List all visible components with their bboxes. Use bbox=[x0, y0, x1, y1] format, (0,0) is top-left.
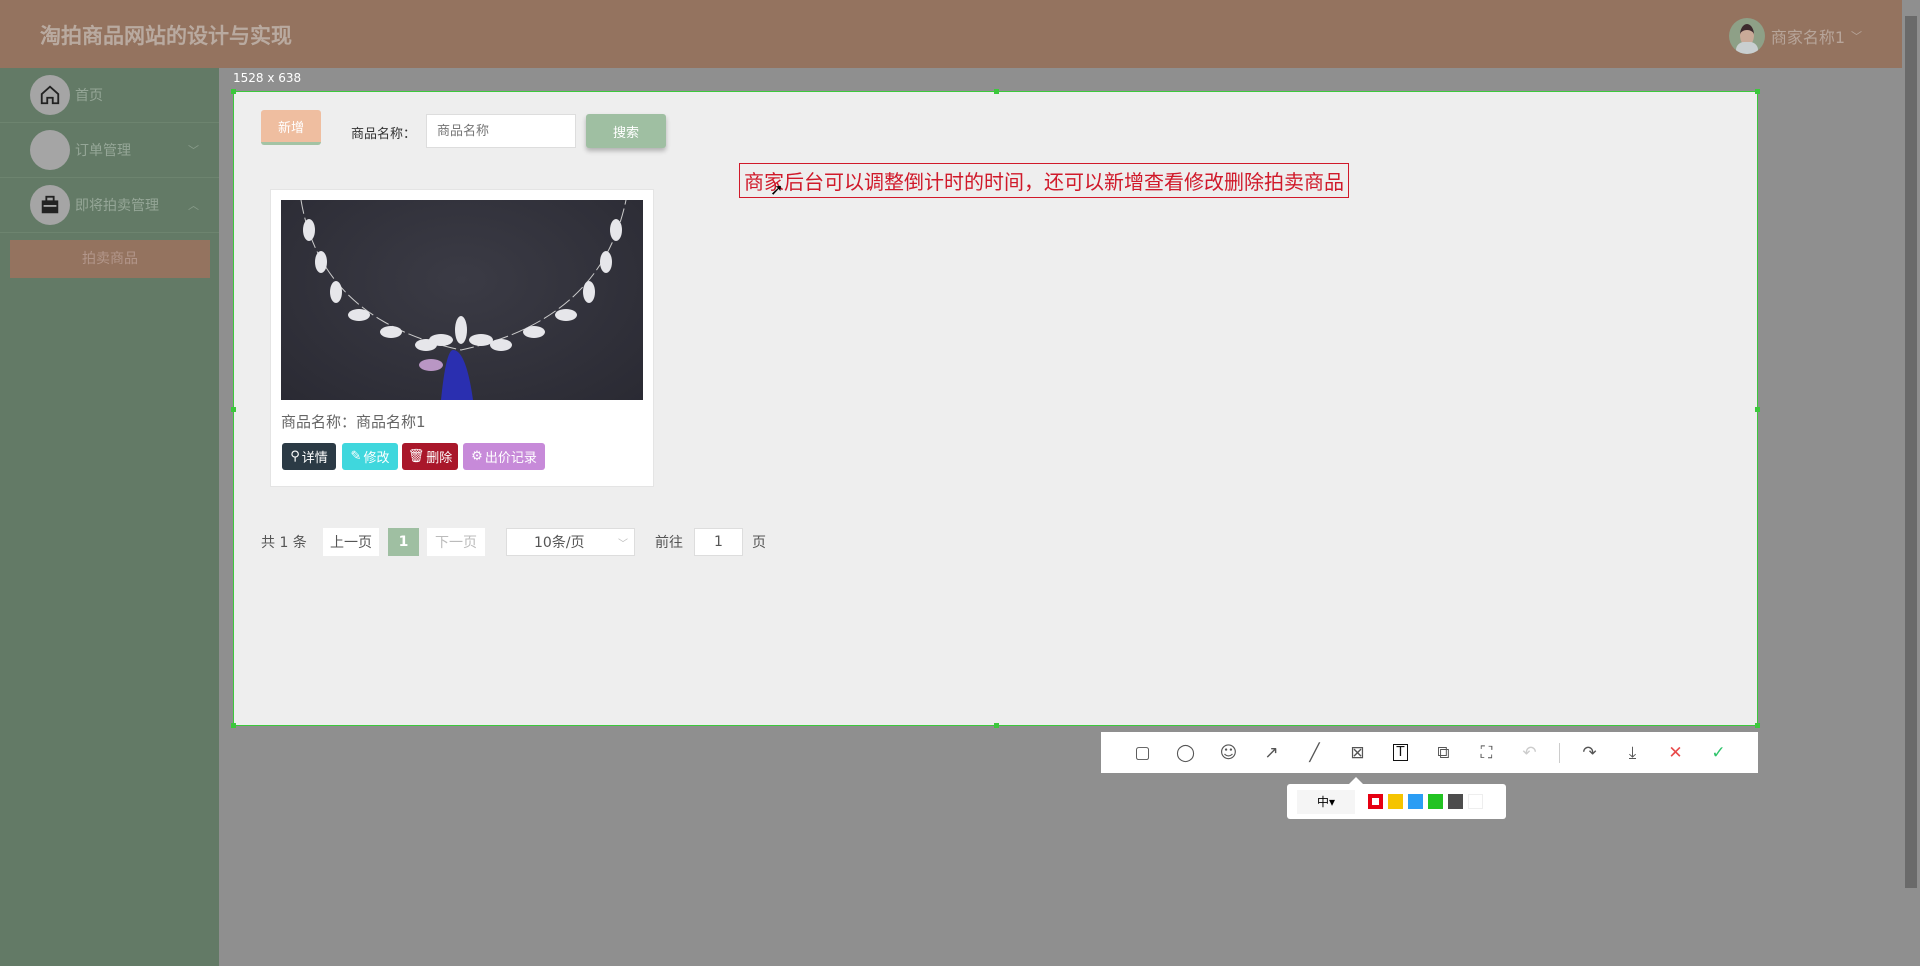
page-size-select[interactable]: 10条/页 ﹀ bbox=[506, 528, 635, 556]
user-name: 商家名称1 bbox=[1770, 28, 1845, 47]
mosaic-icon[interactable]: ⊠ bbox=[1336, 738, 1379, 768]
scrollbar-thumb[interactable] bbox=[1905, 16, 1917, 888]
text-style-popup: 中 ▾ bbox=[1287, 777, 1506, 819]
bid-records-button[interactable]: ⚙ 出价记录 bbox=[463, 443, 545, 470]
blank-icon bbox=[30, 130, 70, 170]
edit-label: 修改 bbox=[363, 451, 390, 466]
search-input[interactable] bbox=[426, 114, 576, 148]
pencil-icon: ✎ bbox=[350, 449, 362, 464]
pin-icon[interactable]: ⧉ bbox=[1422, 738, 1465, 768]
color-swatch-gray[interactable] bbox=[1448, 794, 1463, 809]
chevron-down-icon: ﹀ bbox=[618, 538, 628, 550]
resize-handle[interactable] bbox=[994, 89, 999, 94]
resize-handle[interactable] bbox=[994, 723, 999, 728]
pen-icon[interactable]: ╱ bbox=[1293, 738, 1336, 768]
resize-handle[interactable] bbox=[231, 407, 236, 412]
page-suffix: 页 bbox=[752, 535, 766, 551]
search-button[interactable]: 搜索 bbox=[586, 114, 666, 148]
color-swatch-blue[interactable] bbox=[1408, 794, 1423, 809]
trash-icon: 🗑 bbox=[407, 449, 425, 464]
page-size-value: 10条/页 bbox=[534, 535, 585, 551]
resize-handle[interactable] bbox=[1755, 723, 1760, 728]
annotation-text[interactable]: 商家后台可以调整倒计时的时间，还可以新增查看修改删除拍卖商品 bbox=[739, 163, 1349, 198]
resize-handle[interactable] bbox=[231, 723, 236, 728]
sidebar-item-label: 订单管理 bbox=[75, 143, 131, 159]
gear-icon: ⚙ bbox=[471, 449, 483, 464]
add-button[interactable]: 新增 bbox=[261, 110, 321, 145]
resize-handle[interactable] bbox=[231, 89, 236, 94]
user-menu[interactable]: 商家名称1 ﹀ bbox=[1728, 18, 1862, 54]
arrow-icon[interactable]: ↗ bbox=[1250, 738, 1293, 768]
goto-label: 前往 bbox=[655, 535, 683, 551]
chevron-up-icon: ︿ bbox=[188, 199, 199, 212]
ellipse-icon[interactable]: ◯ bbox=[1164, 738, 1207, 768]
product-image bbox=[281, 200, 643, 400]
screenshot-toolbar: ▢ ◯ ☺ ↗ ╱ ⊠ T ⧉ ⛶ ↶ ↷ ⤓ ✕ ✓ bbox=[1101, 732, 1758, 773]
rectangle-icon[interactable]: ▢ bbox=[1121, 738, 1164, 768]
search-icon: ⚲ bbox=[290, 449, 300, 464]
undo-icon[interactable]: ↶ bbox=[1508, 738, 1551, 768]
chevron-down-icon: ﹀ bbox=[188, 144, 199, 157]
avatar bbox=[1728, 18, 1765, 54]
pagination-total: 共 1 条 bbox=[261, 535, 307, 551]
search-label: 商品名称： bbox=[351, 127, 417, 142]
close-icon[interactable]: ✕ bbox=[1654, 738, 1697, 768]
product-name-label: 商品名称： bbox=[281, 413, 357, 431]
detail-label: 详情 bbox=[301, 451, 328, 466]
font-size-select[interactable]: 中 ▾ bbox=[1297, 789, 1355, 814]
delete-button[interactable]: 🗑 删除 bbox=[402, 443, 458, 470]
prev-page-button[interactable]: 上一页 bbox=[323, 528, 379, 556]
home-icon bbox=[30, 75, 70, 115]
delete-label: 删除 bbox=[426, 451, 453, 466]
confirm-icon[interactable]: ✓ bbox=[1697, 738, 1740, 768]
chevron-down-icon: ﹀ bbox=[1851, 30, 1862, 43]
sidebar-item-label: 即将拍卖管理 bbox=[75, 198, 159, 214]
resize-handle[interactable] bbox=[1755, 407, 1760, 412]
sidebar: 首页 订单管理 ﹀ 即将拍卖管理 ︿ 拍卖商品 bbox=[0, 68, 219, 966]
bids-label: 出价记录 bbox=[484, 451, 537, 466]
sidebar-item-label: 首页 bbox=[75, 88, 103, 104]
color-swatch-yellow[interactable] bbox=[1388, 794, 1403, 809]
color-swatch-white[interactable] bbox=[1468, 794, 1483, 809]
product-card: 商品名称：商品名称1 ⚲ 详情 ✎ 修改 🗑 删除 ⚙ 出价记录 bbox=[270, 189, 654, 487]
briefcase-icon bbox=[30, 185, 70, 225]
sidebar-item-auction[interactable]: 即将拍卖管理 ︿ bbox=[0, 178, 219, 233]
product-name-value: 商品名称1 bbox=[356, 413, 426, 431]
capture-region[interactable]: 新增 商品名称： 搜索 商家后台可以调整倒计时的时间，还可以新增查看修改删除拍卖… bbox=[231, 89, 1760, 728]
mouse-cursor-icon: ➚ bbox=[770, 180, 784, 199]
header: 淘拍商品网站的设计与实现 商家名称1 ﹀ bbox=[0, 0, 1902, 68]
color-swatch-red[interactable] bbox=[1368, 794, 1383, 809]
detail-button[interactable]: ⚲ 详情 bbox=[282, 443, 336, 470]
ocr-icon[interactable]: ⛶ bbox=[1465, 738, 1508, 768]
share-icon[interactable]: ↷ bbox=[1568, 738, 1611, 768]
sidebar-item-orders[interactable]: 订单管理 ﹀ bbox=[0, 123, 219, 178]
text-icon[interactable]: T bbox=[1379, 738, 1422, 768]
edit-button[interactable]: ✎ 修改 bbox=[342, 443, 398, 470]
capture-size-label: 1528 x 638 bbox=[233, 71, 302, 85]
product-name: 商品名称：商品名称1 bbox=[281, 411, 426, 432]
font-size-value: 中 bbox=[1316, 795, 1329, 809]
resize-handle[interactable] bbox=[1755, 89, 1760, 94]
app-title: 淘拍商品网站的设计与实现 bbox=[40, 24, 292, 48]
emoji-icon[interactable]: ☺ bbox=[1207, 738, 1250, 768]
page-1-button[interactable]: 1 bbox=[388, 528, 419, 556]
color-swatch-green[interactable] bbox=[1428, 794, 1443, 809]
sidebar-item-home[interactable]: 首页 bbox=[0, 68, 219, 123]
next-page-button[interactable]: 下一页 bbox=[427, 528, 485, 556]
goto-page-input[interactable]: 1 bbox=[694, 528, 743, 556]
download-icon[interactable]: ⤓ bbox=[1611, 738, 1654, 768]
toolbar-divider bbox=[1559, 742, 1560, 763]
sidebar-subitem-auction-goods[interactable]: 拍卖商品 bbox=[10, 240, 210, 278]
